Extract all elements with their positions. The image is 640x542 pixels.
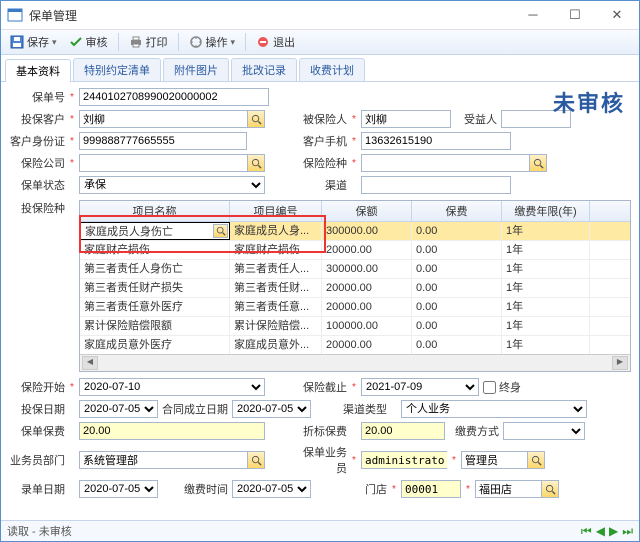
entry-date-label: 录单日期 (9, 481, 65, 497)
agent-name-input[interactable] (461, 451, 527, 469)
lifetime-check[interactable]: 终身 (483, 379, 521, 395)
exit-button[interactable]: 退出 (251, 33, 300, 51)
window-controls: ─ ☐ ✕ (517, 7, 633, 23)
start-date-select[interactable]: 2020-07-10 (79, 378, 265, 396)
tab-attach[interactable]: 附件图片 (163, 58, 229, 81)
beneficiary-label: 受益人 (455, 111, 497, 127)
pay-time-select[interactable]: 2020-07-05 (232, 480, 311, 498)
grid-header: 项目名称 项目编号 保额 保费 缴费年限(年) (80, 201, 630, 222)
apply-date-select[interactable]: 2020-07-05 (79, 400, 158, 418)
insured-input[interactable] (361, 110, 451, 128)
print-button[interactable]: 打印 (124, 33, 173, 51)
record-nav: ⏮ ◀ ▶ ⏭ (581, 524, 633, 539)
statusbar: 读取 - 未审核 ⏮ ◀ ▶ ⏭ (1, 520, 639, 541)
contract-date-select[interactable]: 2020-07-05 (232, 400, 311, 418)
grid-body[interactable]: 家庭成员人身伤亡家庭成员人身...300000.000.001年家庭财产损伤家庭… (80, 222, 630, 354)
cust-phone-label: 客户手机 (295, 133, 347, 149)
pay-mode-label: 缴费方式 (449, 423, 499, 439)
table-row[interactable]: 家庭成员人身伤亡家庭成员人身...300000.000.001年 (80, 222, 630, 241)
table-row[interactable]: 第三者责任人身伤亡第三者责任人...300000.000.001年 (80, 260, 630, 279)
save-button[interactable]: 保存▾ (5, 33, 62, 51)
grid-h-scroll[interactable]: ◀▶ (80, 354, 630, 371)
disc-premium-label: 折标保费 (295, 423, 347, 439)
start-label: 保险开始 (9, 379, 65, 395)
channel-input[interactable] (361, 176, 511, 194)
premium-input[interactable] (79, 422, 265, 440)
cust-phone-input[interactable] (361, 132, 511, 150)
table-row[interactable]: 累计保险赔偿限额累计保险赔偿...100000.000.001年 (80, 317, 630, 336)
policy-no-label: 保单号 (9, 89, 65, 105)
ch-type-select[interactable]: 个人业务 (401, 400, 587, 418)
tab-special[interactable]: 特别约定清单 (73, 58, 161, 81)
company-input[interactable] (79, 154, 247, 172)
store-name-input[interactable] (475, 480, 541, 498)
tab-basic-info[interactable]: 基本资料 (5, 59, 71, 82)
apply-date-label: 投保日期 (9, 401, 65, 417)
main-window: 保单管理 ─ ☐ ✕ 保存▾ 审核 打印 操作▾ 退出 基本资料 特别约定清单 … (0, 0, 640, 542)
nav-first-icon[interactable]: ⏮ (581, 524, 592, 539)
app-icon (7, 7, 23, 23)
maximize-button[interactable]: ☐ (559, 7, 591, 23)
tab-fee[interactable]: 收费计划 (299, 58, 365, 81)
coverage-grid: 项目名称 项目编号 保额 保费 缴费年限(年) 家庭成员人身伤亡家庭成员人身..… (79, 200, 631, 372)
disc-premium-input[interactable] (361, 422, 445, 440)
applicant-label: 投保客户 (9, 111, 65, 127)
status-label: 保单状态 (9, 177, 65, 193)
status-select[interactable]: 承保 (79, 176, 265, 194)
store-code-input[interactable] (401, 480, 461, 498)
insured-label: 被保险人 (295, 111, 347, 127)
ins-kind-lookup-button[interactable] (529, 154, 547, 172)
store-lookup-button[interactable] (541, 480, 559, 498)
cust-id-input[interactable] (79, 132, 247, 150)
ins-kind-label: 保险险种 (295, 155, 347, 171)
table-row[interactable]: 第三者责任财产损失第三者责任财...20000.000.001年 (80, 279, 630, 298)
watermark-unaudited: 未审核 (553, 86, 625, 118)
applicant-lookup-button[interactable] (247, 110, 265, 128)
company-lookup-button[interactable] (247, 154, 265, 172)
channel-label: 渠道 (295, 177, 347, 193)
policy-no-input[interactable] (79, 88, 269, 106)
nav-last-icon[interactable]: ⏭ (622, 524, 633, 539)
company-label: 保险公司 (9, 155, 65, 171)
pay-time-label: 缴费时间 (184, 481, 228, 497)
table-row[interactable]: 家庭成员意外医疗家庭成员意外...20000.000.001年 (80, 336, 630, 354)
titlebar: 保单管理 ─ ☐ ✕ (1, 1, 639, 30)
end-label: 保险截止 (295, 379, 347, 395)
contract-date-label: 合同成立日期 (162, 401, 228, 417)
agent-code-input[interactable] (361, 451, 447, 469)
entry-date-select[interactable]: 2020-07-05 (79, 480, 158, 498)
tab-strip: 基本资料 特别约定清单 附件图片 批改记录 收费计划 (1, 55, 639, 82)
close-button[interactable]: ✕ (601, 7, 633, 23)
pay-mode-select[interactable] (503, 422, 585, 440)
form-area: 未审核 保单号* 投保客户* 被保险人* 受益人 客户身份证* 客户手机* 保险… (1, 82, 639, 520)
coverage-label: 投保险种 (9, 198, 65, 216)
table-row[interactable]: 家庭财产损伤家庭财产损伤20000.000.001年 (80, 241, 630, 260)
end-date-select[interactable]: 2021-07-09 (361, 378, 479, 396)
dept-label: 业务员部门 (9, 452, 65, 468)
agent-lookup-button[interactable] (527, 451, 545, 469)
toolbar: 保存▾ 审核 打印 操作▾ 退出 (1, 30, 639, 55)
premium-label: 保单保费 (9, 423, 65, 439)
nav-prev-icon[interactable]: ◀ (596, 524, 605, 539)
cell-lookup-button[interactable] (213, 224, 228, 238)
window-title: 保单管理 (29, 7, 517, 24)
applicant-input[interactable] (79, 110, 247, 128)
tab-endorse[interactable]: 批改记录 (231, 58, 297, 81)
action-button[interactable]: 操作▾ (184, 33, 241, 51)
store-label: 门店 (349, 481, 387, 497)
ins-kind-input[interactable] (361, 154, 529, 172)
ch-type-label: 渠道类型 (335, 401, 387, 417)
agent-label: 保单业务员 (295, 444, 347, 476)
dept-lookup-button[interactable] (247, 451, 265, 469)
audit-button[interactable]: 审核 (64, 33, 113, 51)
minimize-button[interactable]: ─ (517, 7, 549, 23)
cust-id-label: 客户身份证 (9, 133, 65, 149)
status-text: 读取 - 未审核 (7, 523, 72, 539)
nav-next-icon[interactable]: ▶ (609, 524, 618, 539)
table-row[interactable]: 第三者责任意外医疗第三者责任意...20000.000.001年 (80, 298, 630, 317)
dept-input[interactable] (79, 451, 247, 469)
